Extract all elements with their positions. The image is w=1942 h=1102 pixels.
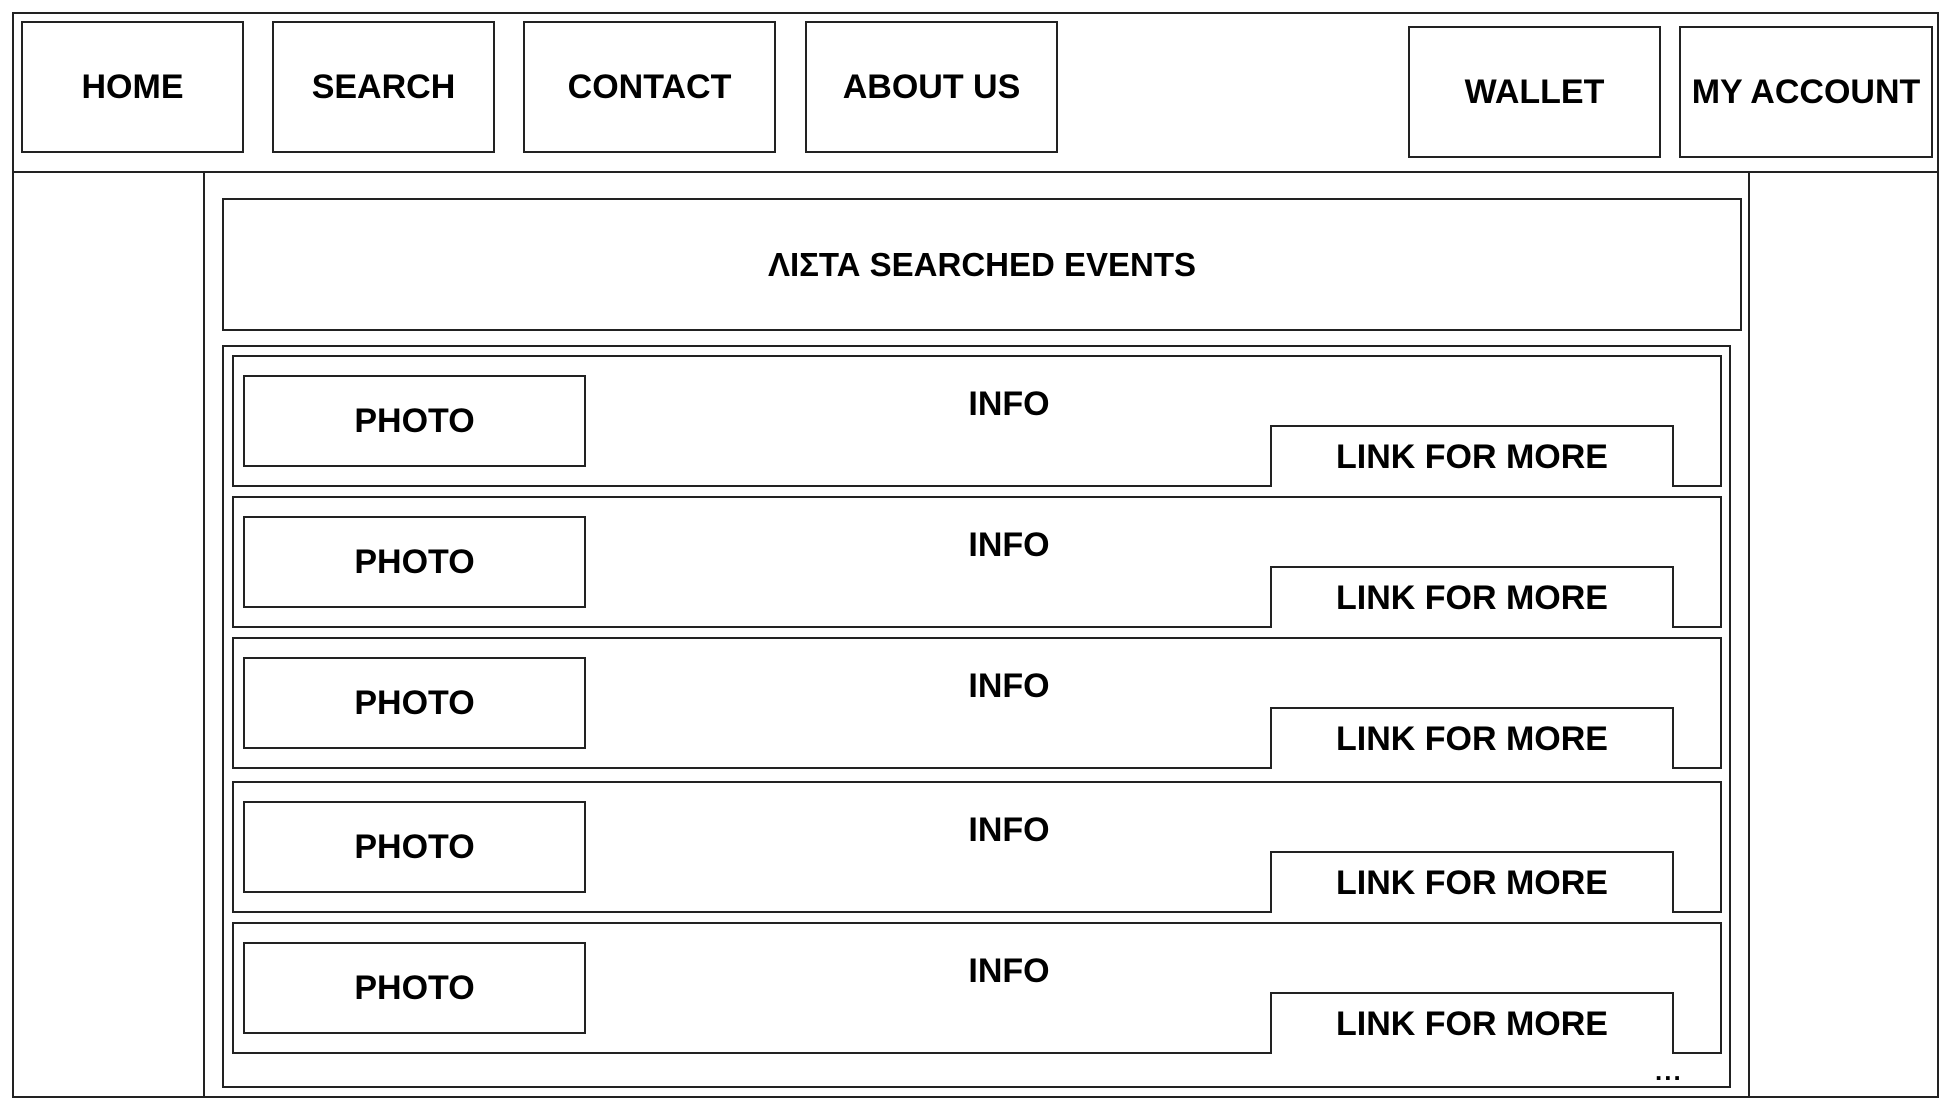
event-info: INFO xyxy=(968,952,1050,990)
nav-contact-button[interactable]: CONTACT xyxy=(523,21,776,153)
event-row: PHOTO INFO LINK FOR MORE xyxy=(232,496,1722,628)
event-photo: PHOTO xyxy=(243,657,586,749)
more-results-indicator: ... xyxy=(1655,1056,1683,1086)
nav-wallet-button[interactable]: WALLET xyxy=(1408,26,1661,158)
event-row: PHOTO INFO LINK FOR MORE xyxy=(232,922,1722,1054)
link-for-more-button[interactable]: LINK FOR MORE xyxy=(1270,566,1674,628)
event-row: PHOTO INFO LINK FOR MORE xyxy=(232,637,1722,769)
link-for-more-button[interactable]: LINK FOR MORE xyxy=(1270,425,1674,487)
event-info: INFO xyxy=(968,385,1050,423)
event-row: PHOTO INFO LINK FOR MORE xyxy=(232,781,1722,913)
nav-search-button[interactable]: SEARCH xyxy=(272,21,495,153)
event-row: PHOTO INFO LINK FOR MORE xyxy=(232,355,1722,487)
nav-home-button[interactable]: HOME xyxy=(21,21,244,153)
link-for-more-button[interactable]: LINK FOR MORE xyxy=(1270,707,1674,769)
header-divider xyxy=(12,171,1939,173)
event-photo: PHOTO xyxy=(243,942,586,1034)
event-info: INFO xyxy=(968,811,1050,849)
link-for-more-button[interactable]: LINK FOR MORE xyxy=(1270,992,1674,1054)
link-for-more-button[interactable]: LINK FOR MORE xyxy=(1270,851,1674,913)
event-photo: PHOTO xyxy=(243,375,586,467)
nav-my-account-button[interactable]: MY ACCOUNT xyxy=(1679,26,1933,158)
left-sidebar-divider xyxy=(203,172,205,1096)
event-photo: PHOTO xyxy=(243,801,586,893)
right-sidebar-divider xyxy=(1748,172,1750,1096)
page-title: ΛΙΣΤΑ SEARCHED EVENTS xyxy=(222,198,1742,331)
event-info: INFO xyxy=(968,667,1050,705)
event-info: INFO xyxy=(968,526,1050,564)
nav-about-us-button[interactable]: ABOUT US xyxy=(805,21,1058,153)
event-photo: PHOTO xyxy=(243,516,586,608)
